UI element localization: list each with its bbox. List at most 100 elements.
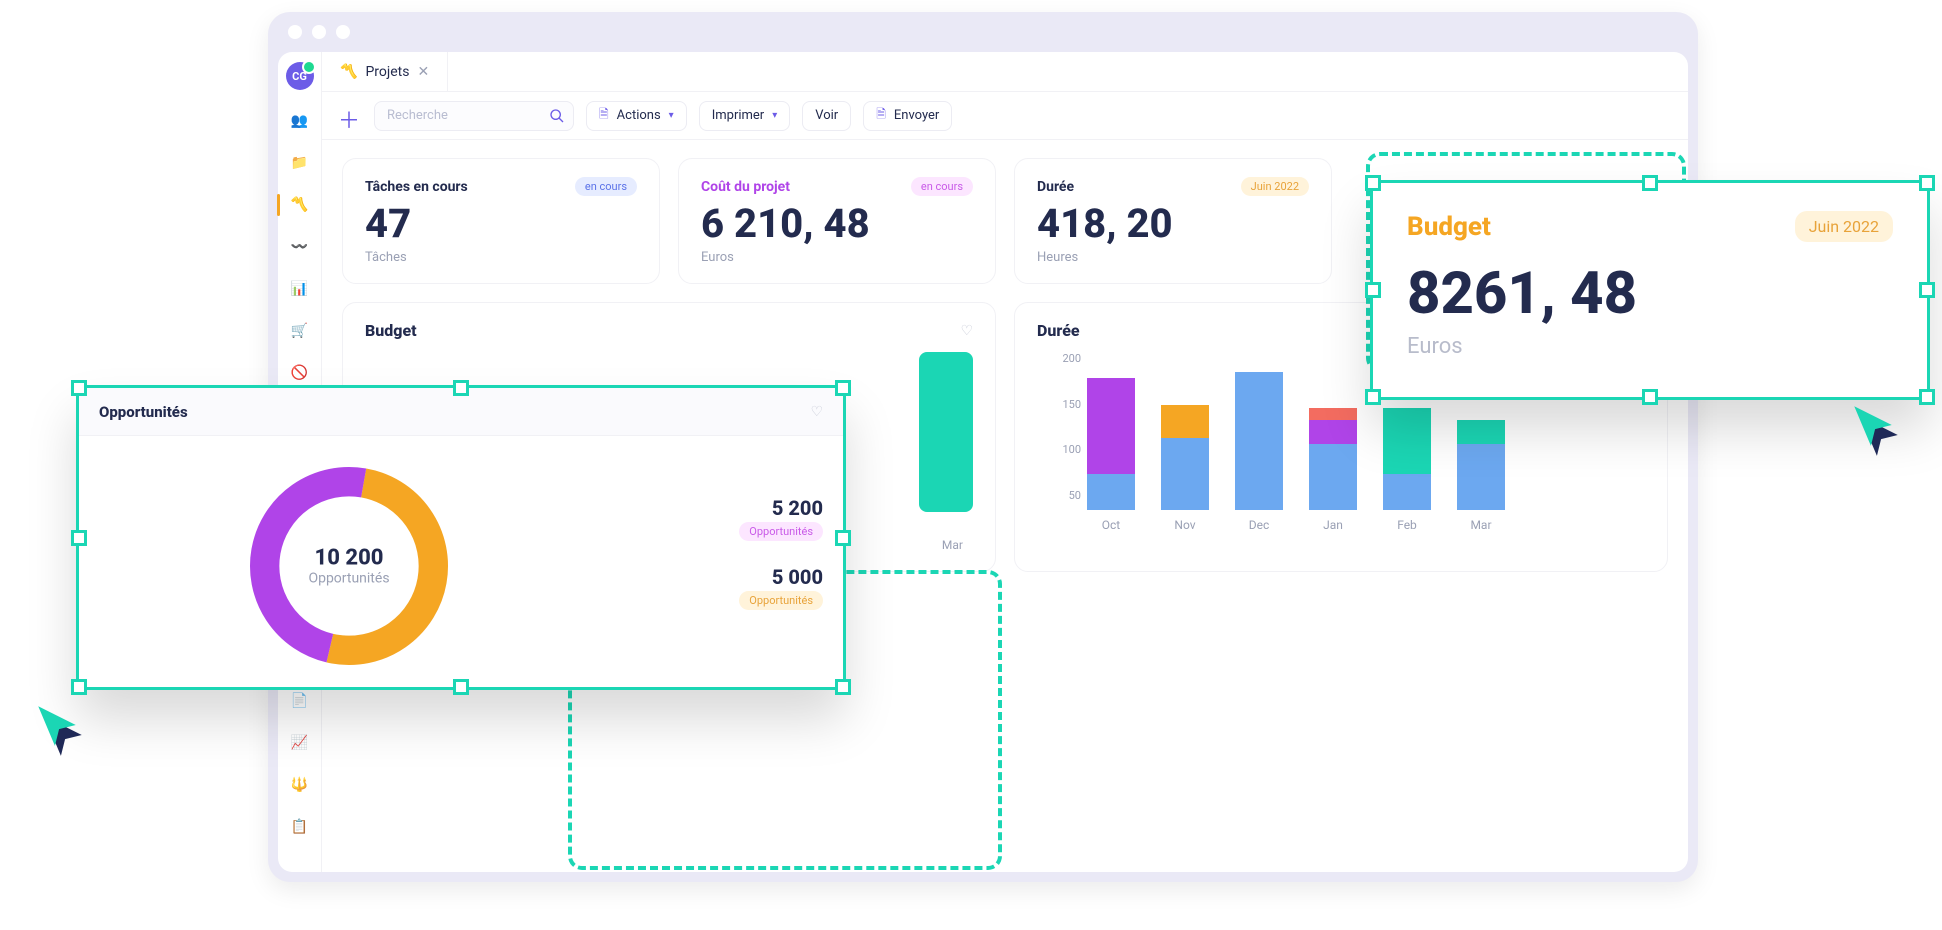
bar-segment (1383, 474, 1431, 510)
button-label: Voir (815, 108, 838, 123)
bar-segment (1161, 438, 1209, 510)
chart-icon[interactable]: 📈 (289, 732, 311, 754)
resize-handle[interactable] (1642, 175, 1658, 191)
stat-value: 418, 20 (1037, 202, 1309, 246)
y-axis: 200 150 100 50 (1037, 352, 1081, 502)
bar-slot: Mar (1457, 420, 1505, 532)
resize-handle[interactable] (1919, 282, 1935, 298)
resize-handle[interactable] (1919, 389, 1935, 405)
heart-icon[interactable]: ♡ (960, 323, 973, 339)
x-label: Mar (1470, 518, 1491, 532)
traffic-dot (288, 25, 302, 39)
resize-handle[interactable] (1642, 389, 1658, 405)
panel-title: Durée (1037, 321, 1080, 340)
search-placeholder: Recherche (387, 108, 448, 123)
resize-handle[interactable] (71, 679, 87, 695)
tab-projets[interactable]: 〽️ Projets ✕ (322, 52, 448, 91)
stat-value: 8261, 48 (1407, 260, 1893, 328)
tab-label: Projets (365, 64, 409, 80)
x-label: Jan (1323, 518, 1343, 532)
stat-title: Tâches en cours (365, 179, 468, 195)
y-tick: 50 (1069, 489, 1081, 502)
stat-title: Durée (1037, 179, 1074, 195)
y-tick: 200 (1062, 352, 1081, 365)
chevron-down-icon: ▾ (772, 110, 777, 121)
stat-unit: Euros (701, 250, 973, 265)
x-label: Mar (942, 538, 963, 552)
cursor-icon (1848, 400, 1898, 450)
document-icon: 🗎 (876, 105, 886, 126)
toolbar: ＋ Recherche 🗎 Actions ▾ Imprimer ▾ (322, 92, 1688, 140)
x-label: Nov (1174, 518, 1195, 532)
window-titlebar (268, 12, 1698, 52)
bar-segment (1309, 444, 1357, 510)
traffic-dot (336, 25, 350, 39)
x-label: Feb (1397, 518, 1417, 532)
bar-segment (1383, 408, 1431, 474)
trend-icon: 〽️ (340, 64, 357, 80)
budget-bar (919, 352, 973, 512)
floating-budget-card[interactable]: Budget Juin 2022 8261, 48 Euros (1370, 180, 1930, 400)
resize-handle[interactable] (1919, 175, 1935, 191)
wave-icon[interactable]: 〰️ (289, 236, 311, 258)
search-input[interactable]: Recherche (374, 101, 574, 131)
stat-title: Coût du projet (701, 179, 790, 195)
stat-card-tasks: Tâches en cours en cours 47 Tâches (342, 158, 660, 284)
bar-segment (1309, 420, 1357, 444)
cart-icon[interactable]: 🛒 (289, 320, 311, 342)
donut-total-value: 10 200 (308, 546, 389, 571)
cursor-icon (32, 700, 82, 750)
floating-opportunities-panel[interactable]: Opportunités ♡ 10 200 Opportunités 5 200… (76, 385, 846, 690)
stat-unit: Euros (1407, 334, 1893, 359)
document-icon: 🗎 (599, 105, 609, 126)
resize-handle[interactable] (71, 380, 87, 396)
folder-icon[interactable]: 📁 (289, 152, 311, 174)
y-tick: 100 (1062, 443, 1081, 456)
avatar[interactable]: CG (286, 62, 314, 90)
bar-stack (1161, 405, 1209, 510)
resize-handle[interactable] (1365, 175, 1381, 191)
bar-stack (1087, 378, 1135, 510)
users-icon[interactable]: 👥 (289, 110, 311, 132)
resize-handle[interactable] (453, 679, 469, 695)
print-button[interactable]: Imprimer ▾ (699, 101, 791, 131)
resize-handle[interactable] (1365, 389, 1381, 405)
add-button[interactable]: ＋ (336, 103, 362, 129)
bar-slot: Nov (1161, 405, 1209, 532)
stat-value: 47 (365, 202, 637, 246)
resize-handle[interactable] (835, 530, 851, 546)
traffic-dot (312, 25, 326, 39)
resize-handle[interactable] (835, 380, 851, 396)
heart-icon[interactable]: ♡ (810, 404, 823, 420)
close-icon[interactable]: ✕ (417, 64, 429, 80)
search-icon (549, 108, 565, 128)
stat-card-duration: Durée Juin 2022 418, 20 Heures (1014, 158, 1332, 284)
resize-handle[interactable] (1365, 282, 1381, 298)
fork-icon[interactable]: 🔱 (289, 774, 311, 796)
resize-handle[interactable] (71, 530, 87, 546)
button-label: Imprimer (712, 108, 765, 123)
button-label: Actions (617, 108, 661, 123)
bar-stack (1309, 408, 1357, 510)
donut-total-label: Opportunités (308, 571, 389, 587)
view-button[interactable]: Voir (802, 101, 851, 131)
resize-handle[interactable] (835, 679, 851, 695)
bar-segment (1161, 405, 1209, 438)
actions-button[interactable]: 🗎 Actions ▾ (586, 101, 687, 131)
trend-icon[interactable]: 〽️ (289, 194, 311, 216)
opportunities-breakdown: 5 200 Opportunités 5 000 Opportunités (739, 456, 823, 676)
stat-unit: Tâches (365, 250, 637, 265)
send-button[interactable]: 🗎 Envoyer (863, 101, 952, 131)
bar-segment (1087, 474, 1135, 510)
resize-handle[interactable] (453, 380, 469, 396)
tabbar: 〽️ Projets ✕ (322, 52, 1688, 92)
list-icon[interactable]: 📋 (289, 816, 311, 838)
button-label: Envoyer (894, 108, 939, 123)
panel-title: Opportunités (99, 403, 188, 421)
bar-stack (1383, 408, 1431, 510)
x-label: Dec (1249, 518, 1270, 532)
bars-icon[interactable]: 📊 (289, 278, 311, 300)
block-icon[interactable]: 🚫 (289, 362, 311, 384)
status-badge: en cours (575, 177, 637, 196)
opp-value: 5 000 (739, 565, 823, 589)
